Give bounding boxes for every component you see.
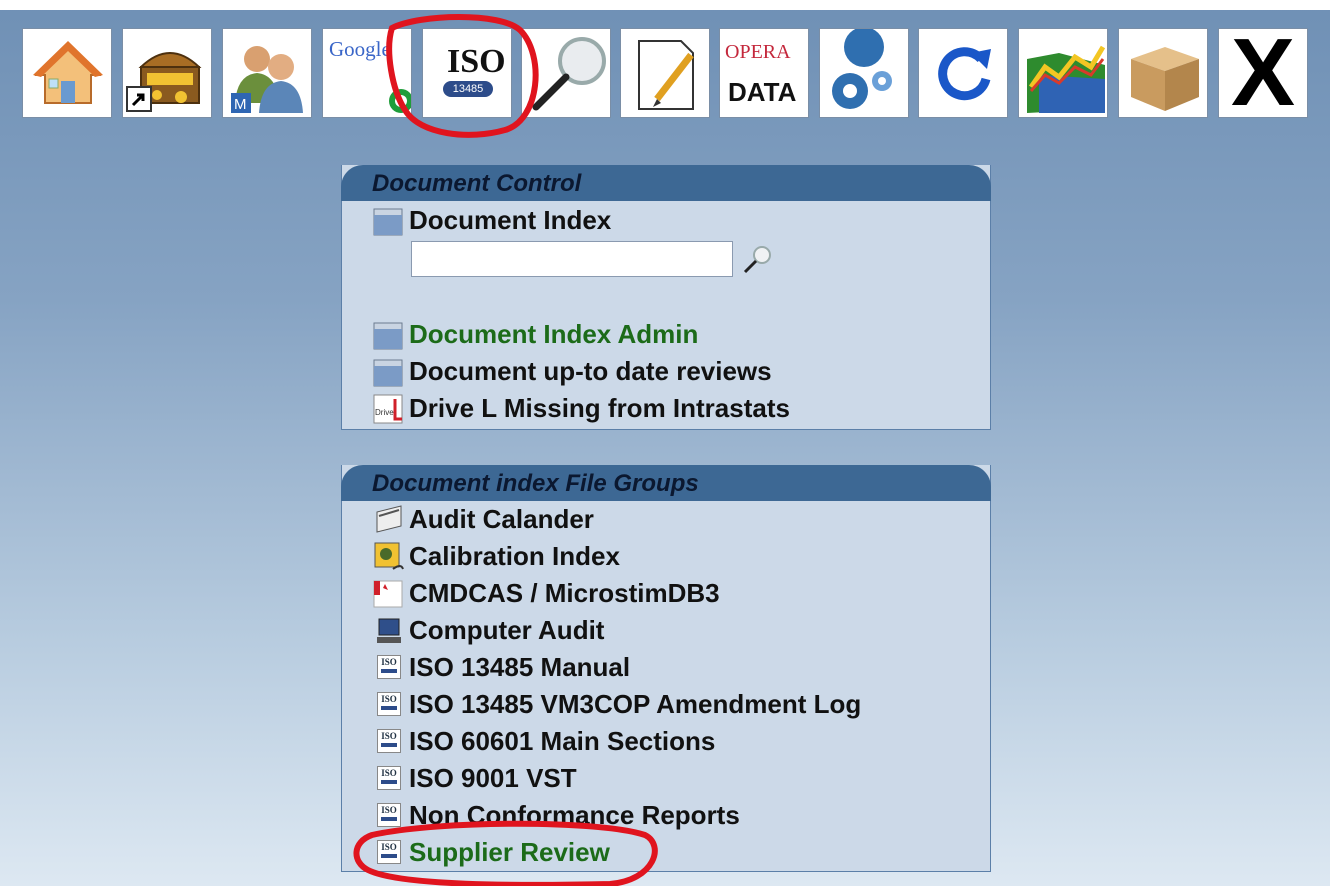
calibration-icon: [371, 539, 405, 573]
item-label: ISO 60601 Main Sections: [409, 725, 716, 756]
close-button[interactable]: X: [1218, 28, 1308, 118]
iso-icon: ISO: [371, 761, 405, 795]
treasure-button[interactable]: [122, 28, 212, 118]
opera-data-icon: DATA: [728, 77, 797, 107]
iso-icon: ISO: [371, 835, 405, 869]
cmdcas-link[interactable]: CMDCAS / MicrostimDB3: [371, 576, 720, 610]
item-label: Document Index Admin: [409, 318, 699, 349]
document-index-link[interactable]: Document Index: [371, 203, 611, 237]
svg-text:Drive: Drive: [375, 408, 394, 417]
opera-label: OPERA: [725, 41, 791, 63]
canada-flag-icon: [371, 576, 405, 610]
iso-icon: ISO: [371, 687, 405, 721]
drive-l-missing-link[interactable]: Drive Drive L Missing from Intrastats: [371, 391, 790, 425]
gears-icon: [832, 29, 892, 109]
folder-icon: [371, 317, 405, 351]
file-groups-header: Document index File Groups: [341, 465, 991, 501]
document-index-admin-link[interactable]: Document Index Admin: [371, 317, 698, 351]
item-label: Computer Audit: [409, 614, 605, 645]
magnifier-icon: [532, 37, 606, 111]
item-label: Calibration Index: [409, 540, 620, 571]
audit-calander-link[interactable]: Audit Calander: [371, 502, 594, 536]
document-control-panel: Document Control Document Index Document…: [341, 165, 991, 430]
refresh-icon: [938, 47, 991, 101]
calibration-index-link[interactable]: Calibration Index: [371, 539, 620, 573]
computer-icon: [371, 613, 405, 647]
item-label: ISO 13485 Manual: [409, 651, 631, 682]
iso-icon: ISO: [371, 650, 405, 684]
iso-13485-manual-link[interactable]: ISO ISO 13485 Manual: [371, 650, 630, 684]
file-groups-panel: Document index File Groups Audit Calande…: [341, 465, 991, 872]
document-search-input[interactable]: [411, 241, 733, 277]
house-icon: [33, 41, 103, 104]
item-label: CMDCAS / MicrostimDB3: [409, 577, 720, 608]
box-icon: [1131, 47, 1199, 111]
document-control-header: Document Control: [341, 165, 991, 201]
notepad-pencil-icon: [638, 40, 694, 110]
item-label: Audit Calander: [409, 503, 594, 534]
folder-icon: [371, 203, 405, 237]
iso-13485-amendment-log-link[interactable]: ISO ISO 13485 VM3COP Amendment Log: [371, 687, 861, 721]
calendar-icon: [371, 502, 405, 536]
panel-title: Document index File Groups: [372, 470, 699, 497]
settings-button[interactable]: [819, 28, 909, 118]
item-label: Non Conformance Reports: [409, 799, 740, 830]
chart-button[interactable]: [1018, 28, 1108, 118]
iso-13485-icon: 13485: [443, 81, 493, 97]
item-label: Document up-to date reviews: [409, 355, 772, 386]
iso-icon: ISO: [371, 798, 405, 832]
panel-title: Document Control: [372, 170, 582, 197]
chart-folder-icon: [1027, 45, 1106, 113]
google-icon: [389, 89, 411, 113]
iso-60601-link[interactable]: ISO ISO 60601 Main Sections: [371, 724, 715, 758]
treasure-chest-shortcut-icon: [126, 52, 202, 112]
top-strip: [0, 0, 1330, 10]
item-label: Supplier Review: [409, 836, 610, 867]
users-icon: M: [231, 46, 303, 113]
item-label: ISO 9001 VST: [409, 762, 577, 793]
item-label: Document Index: [409, 204, 612, 235]
search-icon[interactable]: [740, 243, 774, 277]
computer-audit-link[interactable]: Computer Audit: [371, 613, 604, 647]
opera-data-button[interactable]: OPERA DATA: [719, 28, 809, 118]
home-button[interactable]: [22, 28, 112, 118]
google-button[interactable]: Google: [322, 28, 412, 118]
svg-text:M: M: [234, 96, 247, 113]
non-conformance-link[interactable]: ISO Non Conformance Reports: [371, 798, 740, 832]
iso-9001-link[interactable]: ISO ISO 9001 VST: [371, 761, 577, 795]
iso-13485-button[interactable]: ISO 13485: [422, 28, 512, 118]
users-button[interactable]: M: [222, 28, 312, 118]
refresh-button[interactable]: [918, 28, 1008, 118]
search-button[interactable]: [521, 28, 611, 118]
box-button[interactable]: [1118, 28, 1208, 118]
notepad-button[interactable]: [620, 28, 710, 118]
iso-icon: ISO: [371, 724, 405, 758]
item-label: ISO 13485 VM3COP Amendment Log: [409, 688, 862, 719]
drive-l-icon: Drive: [371, 391, 405, 425]
folder-icon: [371, 354, 405, 388]
close-x-icon: X: [1231, 28, 1296, 118]
iso-label: ISO: [447, 43, 506, 80]
supplier-review-link[interactable]: ISO Supplier Review: [371, 835, 610, 869]
item-label: Drive L Missing from Intrastats: [409, 392, 790, 423]
document-reviews-link[interactable]: Document up-to date reviews: [371, 354, 772, 388]
